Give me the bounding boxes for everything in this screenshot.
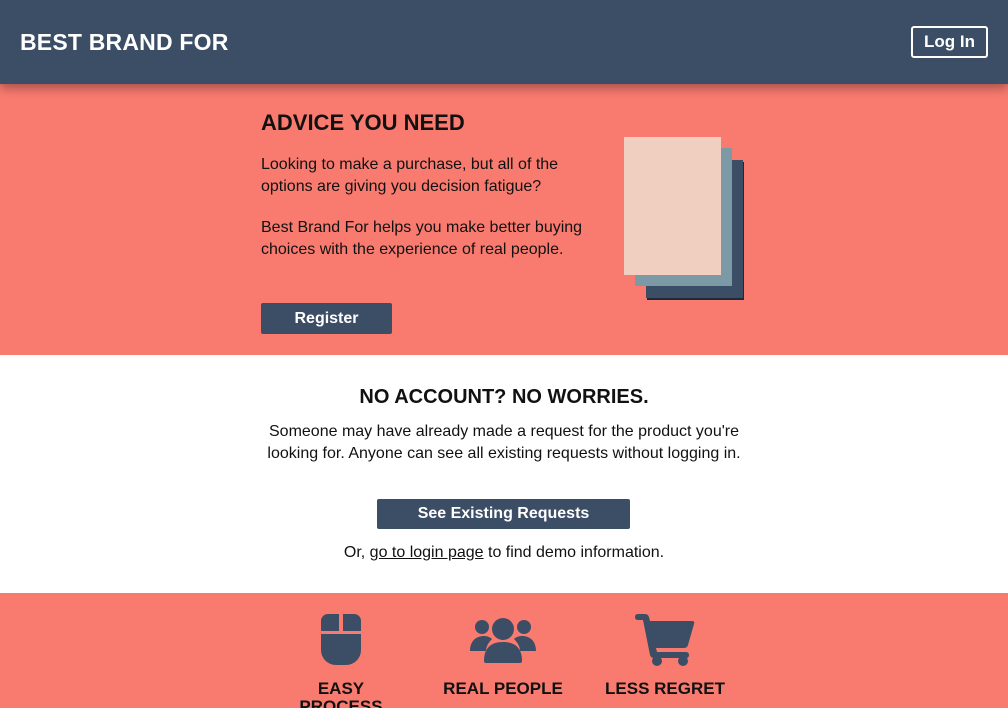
top-navbar: BEST BRAND FOR Log In	[0, 0, 1008, 84]
no-account-title: NO ACCOUNT? NO WORRIES.	[359, 386, 649, 408]
hero-title: ADVICE YOU NEED	[261, 110, 465, 135]
feature-label-less-regret: LESS REGRET	[605, 679, 725, 698]
hero-paragraph-2: Best Brand For helps you make better buy…	[261, 219, 583, 258]
feature-label-real-people: REAL PEOPLE	[443, 679, 563, 698]
brand-logo-text[interactable]: BEST BRAND FOR	[20, 29, 229, 55]
feature-label-easy-process: EASY PROCESS	[299, 679, 383, 708]
features-section: EASY PROCESS REAL PEOPLE LESS REGRET	[0, 593, 1008, 708]
paper-sheet-front	[624, 137, 721, 275]
mouse-icon	[321, 614, 361, 665]
stacked-papers-illustration	[624, 137, 744, 300]
login-hint: Or, go to login page to find demo inform…	[0, 542, 1008, 564]
no-account-section: NO ACCOUNT? NO WORRIES. Someone may have…	[0, 355, 1008, 593]
users-icon	[470, 618, 536, 663]
login-button[interactable]: Log In	[911, 26, 988, 58]
see-existing-requests-button[interactable]: See Existing Requests	[377, 499, 630, 529]
hero-section: ADVICE YOU NEED Looking to make a purcha…	[0, 84, 1008, 355]
login-hint-prefix: Or,	[343, 544, 370, 561]
no-account-text: Someone may have already made a request …	[267, 423, 741, 462]
login-page-link[interactable]: go to login page	[370, 544, 484, 561]
login-hint-suffix: to find demo information.	[483, 544, 665, 561]
cart-icon	[635, 614, 695, 666]
register-button[interactable]: Register	[261, 303, 392, 334]
hero-paragraph-1: Looking to make a purchase, but all of t…	[261, 156, 559, 195]
